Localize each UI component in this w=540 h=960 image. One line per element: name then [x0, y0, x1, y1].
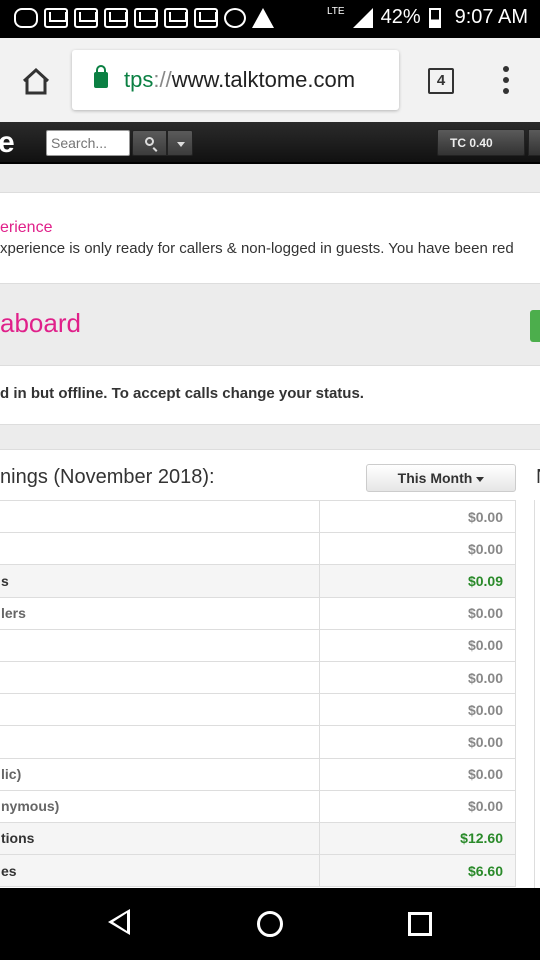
notice-panel: erience xperience is only ready for call… — [0, 192, 540, 284]
row-label — [0, 532, 320, 566]
clock: 9:07 AM — [454, 6, 528, 28]
table-row: $0.00 — [0, 499, 516, 534]
chat-notification-icon — [14, 8, 38, 28]
earnings-panel: nings (November 2018): This Month N $0.0… — [0, 449, 540, 888]
warning-icon — [252, 8, 274, 28]
row-label: s — [0, 564, 320, 598]
tabs-icon[interactable]: 4 — [428, 68, 454, 94]
search-button[interactable] — [132, 130, 167, 156]
row-value: $0.00 — [319, 660, 516, 695]
row-value: $0.00 — [319, 532, 516, 566]
row-label — [0, 725, 320, 759]
table-row: es $6.60 — [0, 854, 516, 888]
gmail-notification-icon — [44, 8, 68, 28]
home-circle-icon[interactable] — [257, 911, 283, 937]
recents-icon[interactable] — [408, 912, 432, 936]
row-value: $0.00 — [319, 596, 516, 630]
status-panel: d in but offline. To accept calls change… — [0, 365, 540, 425]
side-panel-title: N — [536, 466, 540, 489]
home-icon[interactable] — [20, 66, 52, 96]
battery-percent: 42% — [380, 6, 421, 28]
notification-icons — [14, 8, 274, 28]
address-bar[interactable]: tps://www.talktome.com — [72, 50, 399, 110]
earnings-title: nings (November 2018): — [0, 466, 215, 488]
chevron-down-icon — [476, 476, 485, 482]
status-message: d in but offline. To accept calls change… — [0, 385, 364, 402]
gmail-notification-icon — [104, 8, 128, 28]
system-nav-bar — [0, 888, 540, 960]
table-row: $0.00 — [0, 693, 516, 727]
gmail-notification-icon — [74, 8, 98, 28]
lock-icon[interactable] — [94, 65, 108, 88]
row-label — [0, 628, 320, 662]
row-value: $0.00 — [319, 757, 516, 791]
status-button[interactable] — [530, 310, 540, 342]
url-text[interactable]: tps://www.talktome.com — [124, 67, 355, 93]
gmail-notification-icon — [134, 8, 158, 28]
row-value: $0.00 — [319, 693, 516, 727]
row-value: $0.00 — [319, 628, 516, 662]
network-type: LTE — [326, 6, 345, 17]
row-value: $0.09 — [319, 564, 516, 598]
row-label: nymous) — [0, 789, 320, 823]
row-label: es — [0, 854, 320, 888]
status-bar: LTE 42% 9:07 AM — [0, 0, 540, 38]
gmail-notification-icon — [194, 8, 218, 28]
notice-title[interactable]: erience — [0, 219, 52, 237]
site-navbar: e TC 0.40 — [0, 122, 540, 164]
table-row: lers $0.00 — [0, 596, 516, 630]
overflow-menu-icon[interactable] — [502, 66, 510, 96]
period-dropdown[interactable]: This Month — [366, 464, 516, 492]
gmail-notification-icon — [164, 8, 188, 28]
search-input[interactable] — [46, 130, 130, 156]
row-value: $12.60 — [319, 821, 516, 856]
table-row: s $0.09 — [0, 564, 516, 598]
table-row: $0.00 — [0, 628, 516, 662]
browser-toolbar: tps://www.talktome.com 4 — [0, 38, 540, 122]
search-icon — [145, 137, 154, 146]
back-icon[interactable] — [108, 909, 130, 935]
web-page: e TC 0.40 erience xperience is only read… — [0, 122, 540, 888]
row-value: $0.00 — [319, 789, 516, 823]
notice-text: xperience is only ready for callers & no… — [0, 240, 514, 257]
row-label — [0, 693, 320, 727]
row-label — [0, 499, 320, 534]
row-label: tions — [0, 821, 320, 856]
signal-icon — [352, 7, 373, 28]
row-value: $0.00 — [319, 725, 516, 759]
battery-icon — [428, 7, 441, 28]
chrome-notification-icon — [224, 8, 246, 28]
table-row: nymous) $0.00 — [0, 789, 516, 823]
table-row: lic) $0.00 — [0, 757, 516, 791]
table-row: $0.00 — [0, 532, 516, 566]
page-title: aboard — [0, 308, 81, 338]
row-value: $0.00 — [319, 499, 516, 534]
site-logo[interactable]: e — [0, 126, 15, 160]
system-indicators: LTE 42% 9:07 AM — [327, 6, 528, 29]
table-row: tions $12.60 — [0, 821, 516, 856]
divider — [534, 500, 535, 888]
row-label — [0, 660, 320, 695]
table-row: $0.00 — [0, 660, 516, 695]
tc-balance-button[interactable]: TC 0.40 — [437, 129, 525, 156]
table-row: $0.00 — [0, 725, 516, 759]
account-menu-button[interactable] — [528, 129, 540, 156]
row-value: $6.60 — [319, 854, 516, 888]
search-dropdown-button[interactable] — [167, 130, 193, 156]
row-label: lers — [0, 596, 320, 630]
earnings-table: $0.00 $0.00 s $0.09 lers $0.00 $0.00 $0.00 $0.00… — [0, 499, 516, 888]
row-label: lic) — [0, 757, 320, 791]
